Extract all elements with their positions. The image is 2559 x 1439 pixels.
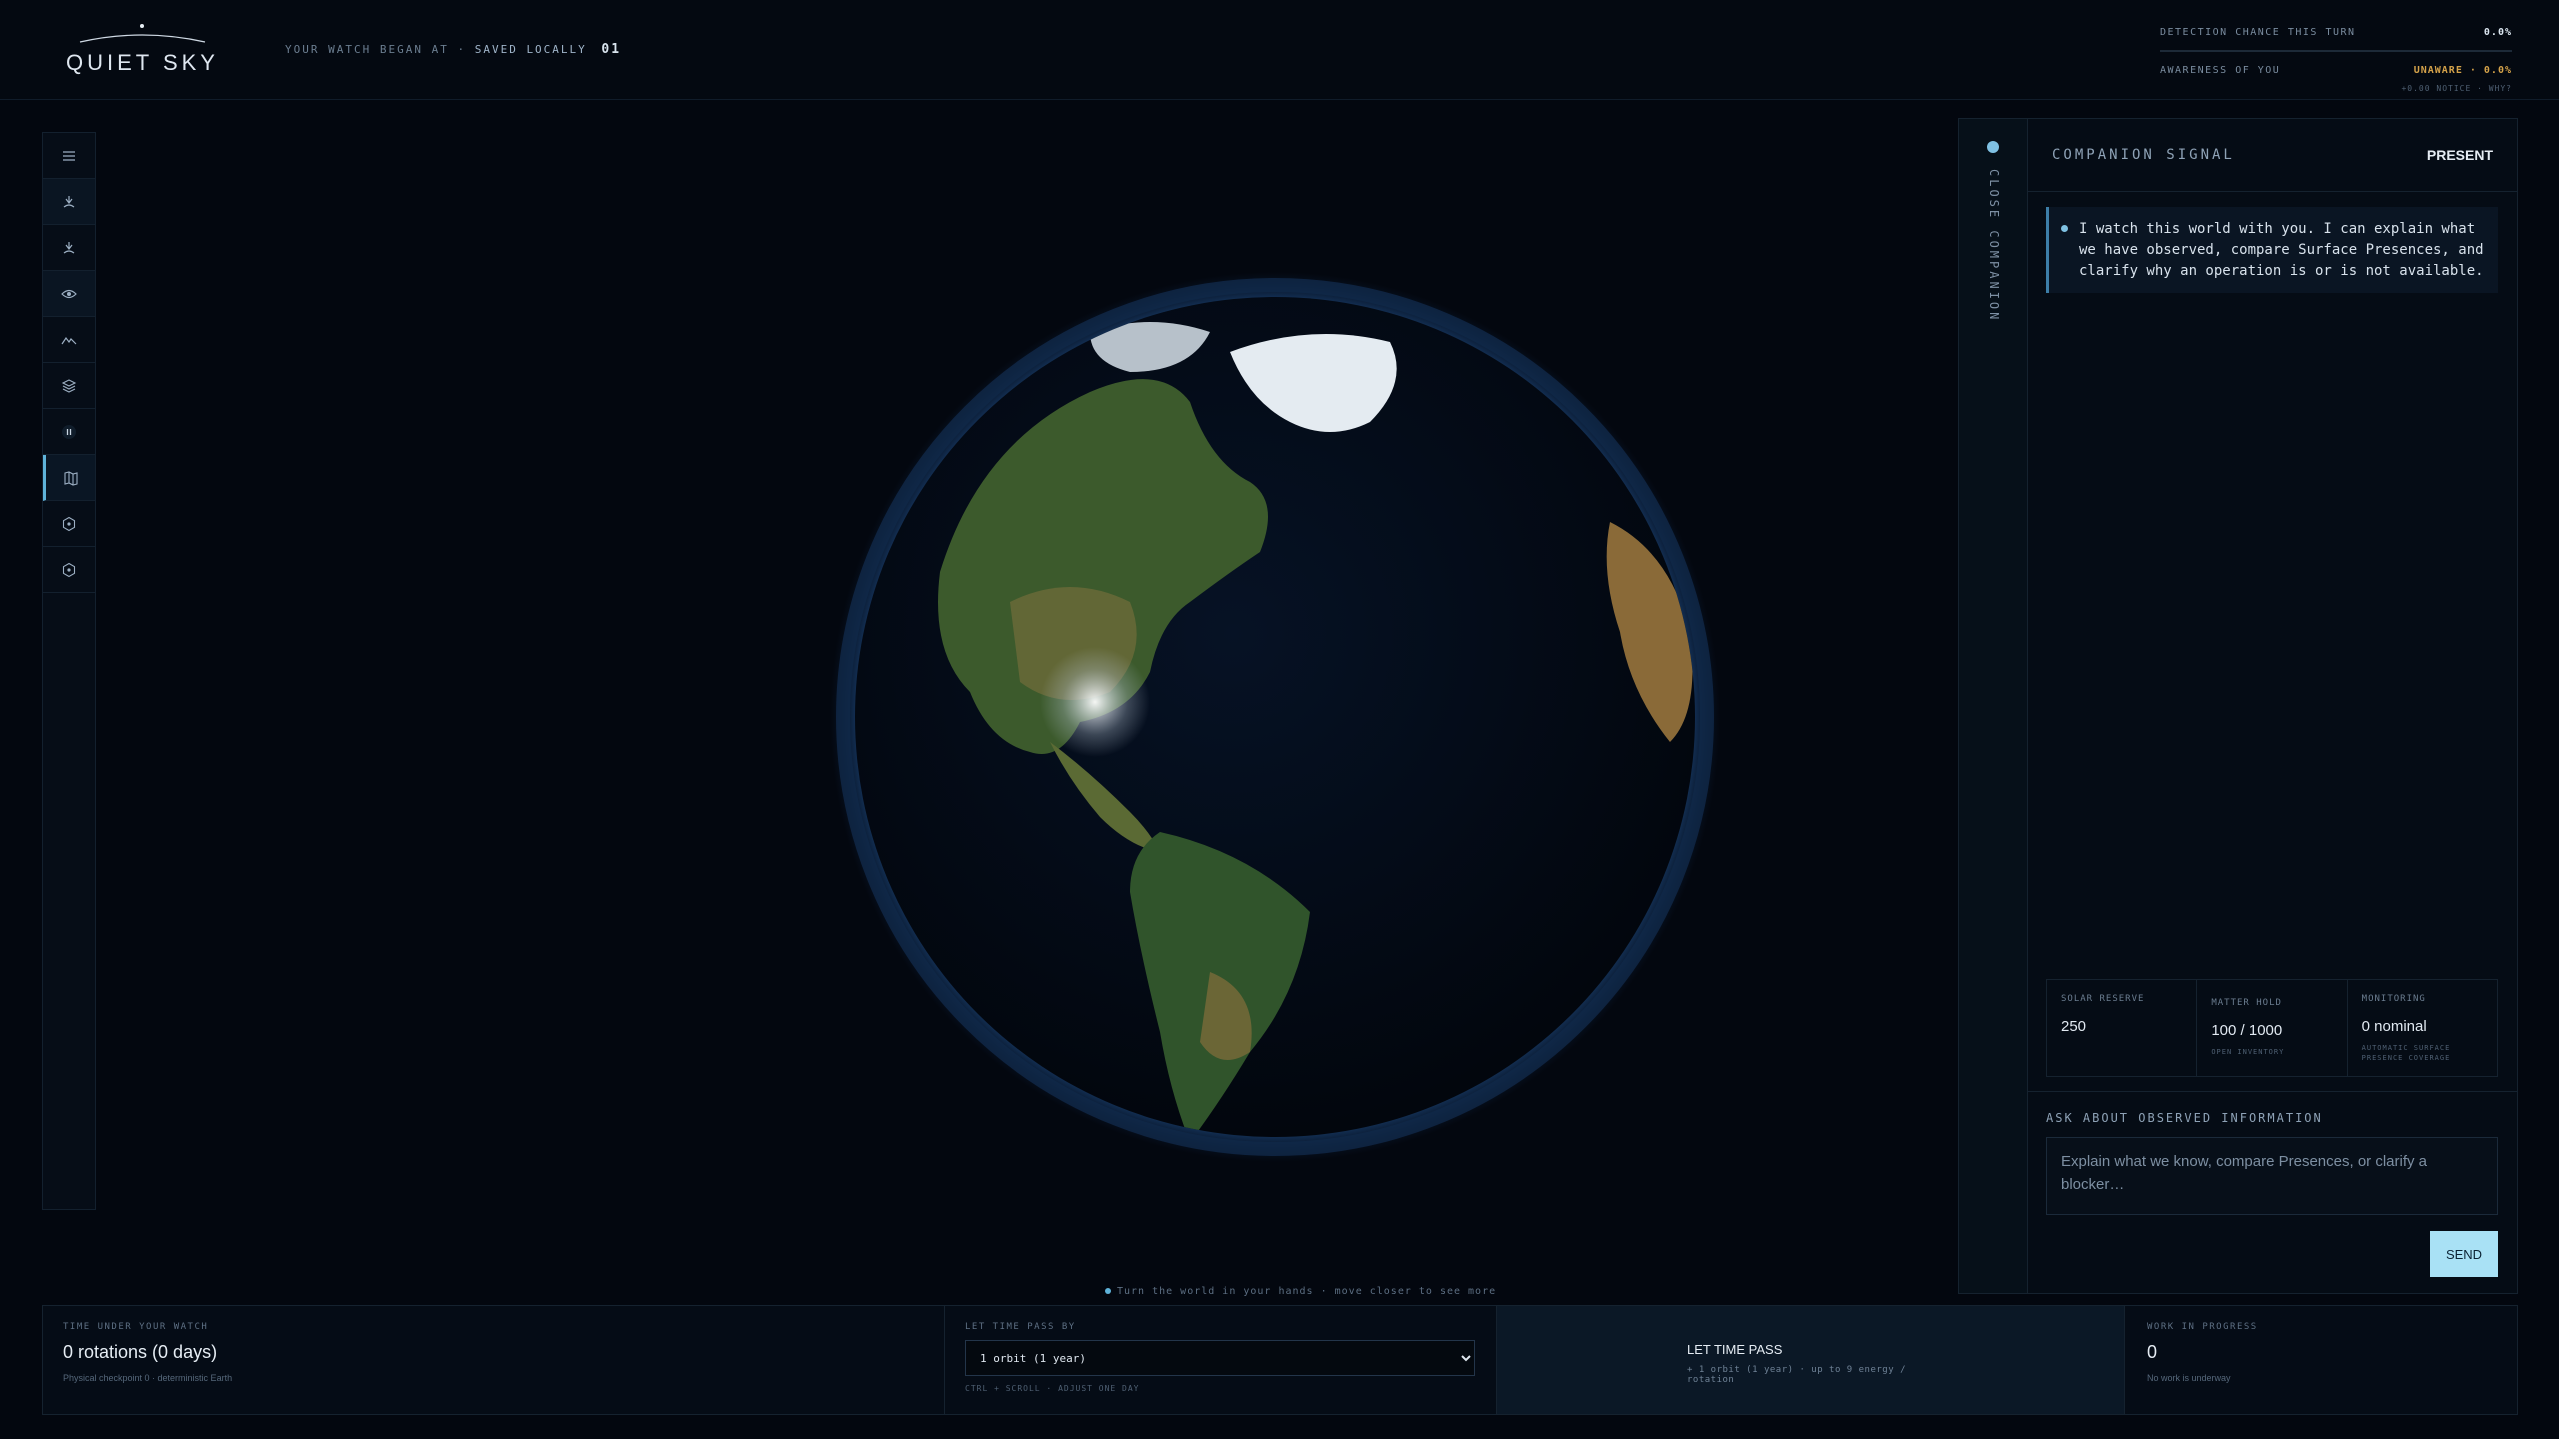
work-value: 0 [2147,1342,2158,1362]
top-stats: DETECTION CHANCE THIS TURN 0.0% AWARENES… [2160,24,2512,93]
divider [2028,1091,2518,1092]
companion-message: I watch this world with you. I can expla… [2046,207,2498,293]
let-time-pass-sub: + 1 orbit (1 year) · up to 9 energy / ro… [1687,1365,1906,1385]
pause-button[interactable] [43,409,95,455]
awareness-label: AWARENESS OF YOU [2160,65,2281,76]
monitoring-value: 0 nominal [2361,1018,2427,1035]
probe-icon [63,195,75,207]
menu-button[interactable] [43,133,95,179]
probe-icon [63,241,75,253]
solar-reserve-label: SOLAR RESERVE [2061,994,2145,1004]
ask-label: ASK ABOUT OBSERVED INFORMATION [2046,1111,2323,1125]
work-label: WORK IN PROGRESS [2147,1322,2258,1332]
companion-status: PRESENT [2426,147,2493,163]
divider [2028,191,2518,192]
hexagon-icon [62,562,76,577]
solar-reserve-cell: SOLAR RESERVE 250 [2047,980,2198,1076]
send-button[interactable]: SEND [2430,1231,2498,1277]
detection-value: 0.0% [2483,27,2512,38]
left-toolbar [42,132,96,1210]
close-companion-label: CLOSE COMPANION [1987,169,2001,323]
monitoring-cell: MONITORING 0 nominal AUTOMATIC SURFACE P… [2348,980,2497,1076]
let-time-pass-title: LET TIME PASS [1687,1342,1783,1357]
saved-label: SAVED LOCALLY [474,43,587,56]
bottom-bar: TIME UNDER YOUR WATCH 0 rotations (0 day… [42,1305,2518,1415]
monitoring-sub: AUTOMATIC SURFACE PRESENCE COVERAGE [2361,1044,2451,1062]
time-under-watch: TIME UNDER YOUR WATCH 0 rotations (0 day… [43,1306,945,1414]
message-dot-icon [2061,225,2068,232]
module-button-2[interactable] [43,547,95,593]
companion-message-text: I watch this world with you. I can expla… [2079,221,2484,279]
time-sub: Physical checkpoint 0 · deterministic Ea… [63,1373,233,1383]
monitoring-label: MONITORING [2361,994,2426,1004]
probe-button-1[interactable] [43,179,95,225]
map-icon [63,470,78,486]
terrain-icon [61,336,77,344]
logo: QUIET SKY [60,20,225,80]
companion-status-dot-icon [1987,141,1999,153]
probe-button-2[interactable] [43,225,95,271]
work-in-progress: WORK IN PROGRESS 0 No work is underway [2125,1306,2517,1414]
watch-status: YOUR WATCH BEGAN AT · SAVED LOCALLY 01 [285,42,621,57]
top-bar: QUIET SKY YOUR WATCH BEGAN AT · SAVED LO… [0,0,2559,100]
watch-began-label: YOUR WATCH BEGAN AT · [285,43,467,56]
companion-title: COMPANION SIGNAL [2052,147,2235,163]
notice-why-link[interactable]: +0.00 NOTICE · WHY? [2160,84,2512,93]
ask-input[interactable] [2046,1137,2498,1215]
pause-icon [62,424,76,439]
observe-button[interactable] [43,271,95,317]
awareness-value: UNAWARE · 0.0% [2413,65,2512,76]
module-button-1[interactable] [43,501,95,547]
pace-label: LET TIME PASS BY [965,1322,1076,1332]
logo-text: QUIET SKY [66,50,219,75]
earth-globe[interactable] [830,272,1720,1162]
map-button[interactable] [43,455,95,501]
close-companion-tab[interactable]: CLOSE COMPANION [1958,118,2028,1294]
terrain-button[interactable] [43,317,95,363]
time-label: TIME UNDER YOUR WATCH [63,1322,209,1332]
detection-bar [2160,50,2512,52]
hint-text: Turn the world in your hands · move clos… [1117,1286,1497,1297]
hexagon-icon [62,516,76,531]
matter-hold-sub: OPEN INVENTORY [2211,1048,2285,1056]
viewport-hint: Turn the world in your hands · move clos… [1105,1286,1496,1297]
layers-button[interactable] [43,363,95,409]
companion-panel: COMPANION SIGNAL PRESENT I watch this wo… [2028,118,2518,1294]
solar-reserve-value: 250 [2061,1018,2087,1035]
layers-icon [61,378,77,393]
detection-label: DETECTION CHANCE THIS TURN [2160,27,2356,38]
pace-select[interactable]: 1 orbit (1 year) [965,1340,1475,1376]
resource-grid: SOLAR RESERVE 250 MATTER HOLD 100 / 1000… [2046,979,2498,1077]
logo-arc-icon [79,24,206,43]
matter-hold-cell[interactable]: MATTER HOLD 100 / 1000 OPEN INVENTORY [2197,980,2348,1076]
pace-hint: CTRL + SCROLL · ADJUST ONE DAY [965,1384,1140,1393]
matter-hold-label: MATTER HOLD [2211,998,2282,1008]
eye-icon [61,289,77,298]
time-pace: LET TIME PASS BY 1 orbit (1 year) CTRL +… [945,1306,1497,1414]
menu-icon [63,150,75,161]
let-time-pass-button[interactable]: LET TIME PASS + 1 orbit (1 year) · up to… [1497,1306,2125,1414]
time-value: 0 rotations (0 days) [63,1342,218,1362]
save-slot[interactable]: 01 [601,42,621,57]
hint-dot-icon [1105,1288,1111,1294]
matter-hold-value: 100 / 1000 [2211,1022,2283,1039]
work-sub: No work is underway [2147,1373,2231,1383]
